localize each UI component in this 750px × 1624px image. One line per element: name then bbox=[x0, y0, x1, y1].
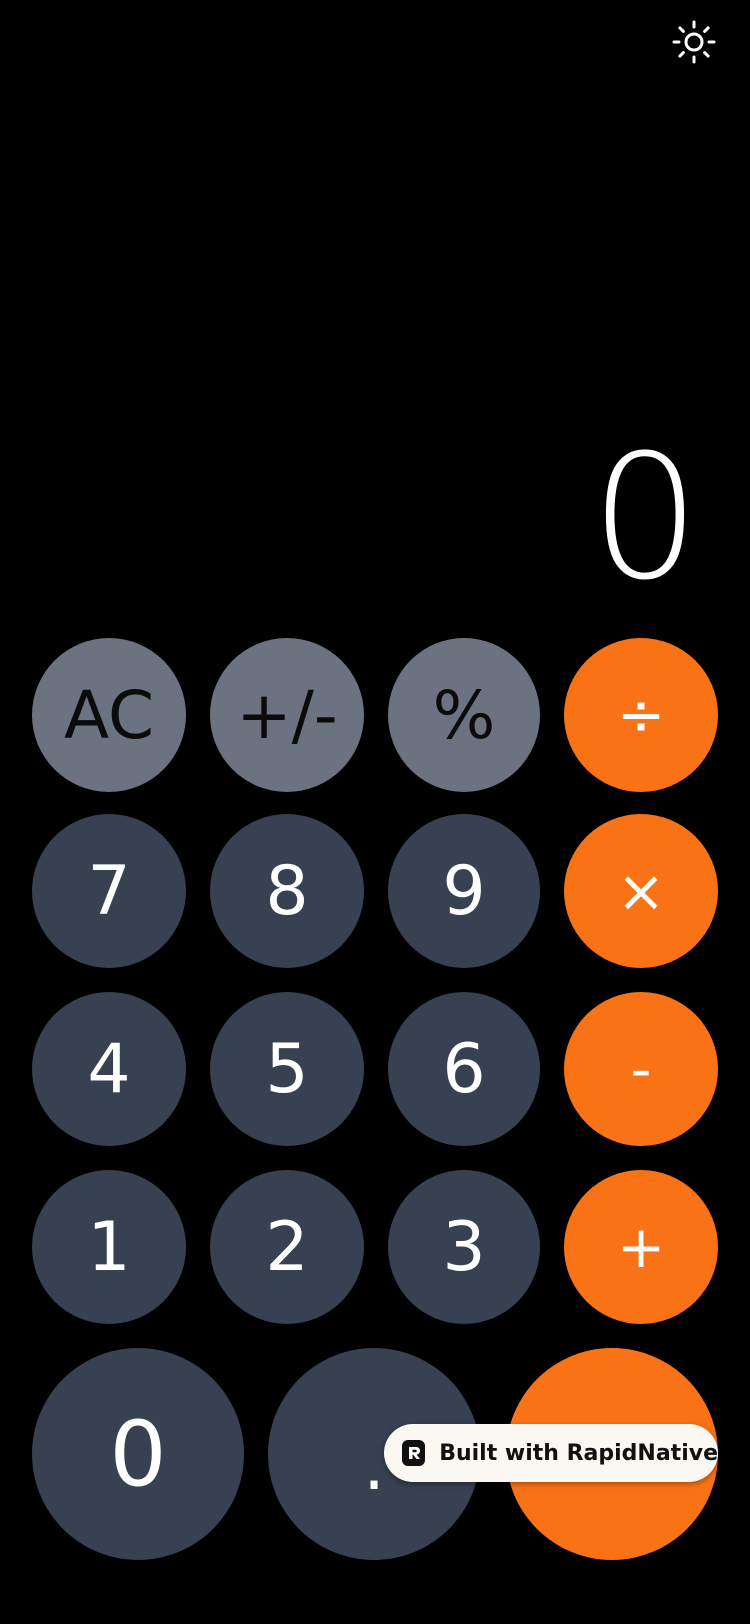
add-button[interactable]: + bbox=[564, 1170, 718, 1324]
digit-8-button[interactable]: 8 bbox=[210, 814, 364, 968]
digit-9-button[interactable]: 9 bbox=[388, 814, 540, 968]
toggle-sign-button[interactable]: +/- bbox=[210, 638, 364, 792]
subtract-button[interactable]: - bbox=[564, 992, 718, 1146]
result-display: 0 bbox=[590, 417, 700, 618]
digit-2-button[interactable]: 2 bbox=[210, 1170, 364, 1324]
digit-1-button[interactable]: 1 bbox=[32, 1170, 186, 1324]
all-clear-button[interactable]: AC bbox=[32, 638, 186, 792]
digit-6-button[interactable]: 6 bbox=[388, 992, 540, 1146]
multiply-button[interactable]: × bbox=[564, 814, 718, 968]
digit-5-button[interactable]: 5 bbox=[210, 992, 364, 1146]
theme-toggle-button[interactable] bbox=[668, 16, 720, 68]
digit-4-button[interactable]: 4 bbox=[32, 992, 186, 1146]
badge-label: Built with RapidNative bbox=[439, 1440, 718, 1466]
built-with-badge[interactable]: Built with RapidNative bbox=[384, 1424, 718, 1482]
sun-icon bbox=[672, 20, 716, 64]
digit-3-button[interactable]: 3 bbox=[388, 1170, 540, 1324]
divide-button[interactable]: ÷ bbox=[564, 638, 718, 792]
digit-7-button[interactable]: 7 bbox=[32, 814, 186, 968]
digit-0-button[interactable]: 0 bbox=[32, 1348, 244, 1560]
rapidnative-logo-icon bbox=[402, 1440, 426, 1466]
percent-button[interactable]: % bbox=[388, 638, 540, 792]
